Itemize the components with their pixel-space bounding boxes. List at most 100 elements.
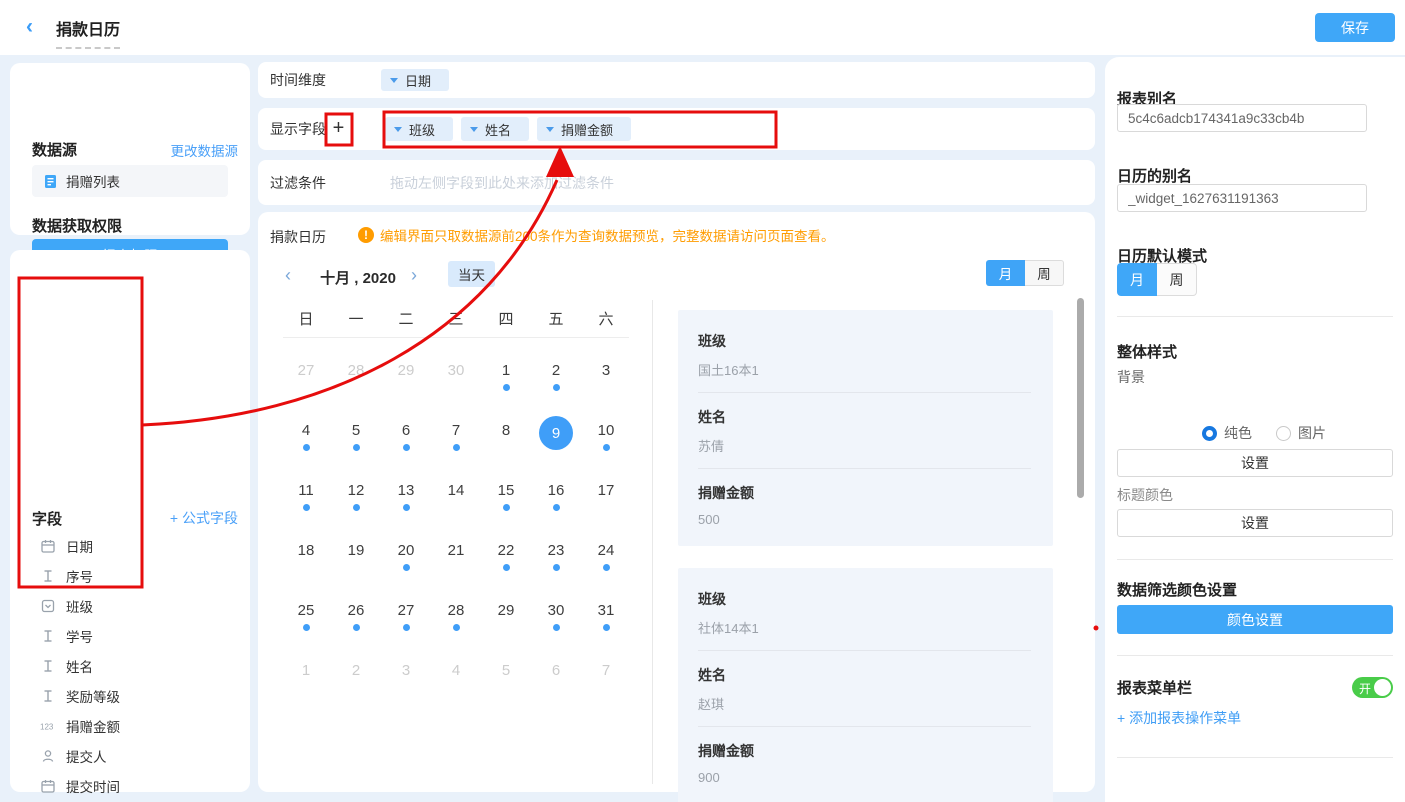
calendar-day[interactable]: 7 — [581, 646, 631, 706]
field-item[interactable]: 123捐赠金额 — [10, 711, 250, 741]
field-item[interactable]: 提交时间 — [10, 771, 250, 801]
field-item[interactable]: 姓名 — [10, 651, 250, 681]
event-dot — [303, 504, 310, 511]
field-item[interactable]: 奖励等级 — [10, 681, 250, 711]
calendar-day[interactable]: 13 — [381, 466, 431, 526]
calendar-day[interactable]: 18 — [281, 526, 331, 586]
calendar-day[interactable]: 12 — [331, 466, 381, 526]
field-item[interactable]: 序号 — [10, 561, 250, 591]
calendar-day-number: 24 — [598, 542, 615, 560]
time-dimension-tag[interactable]: 日期 — [381, 69, 449, 91]
radio-image[interactable]: 图片 — [1276, 423, 1326, 443]
text-icon — [40, 689, 56, 703]
event-dot — [603, 564, 610, 571]
calendar-day[interactable]: 27 — [281, 346, 331, 406]
datasource-item[interactable]: 捐赠列表 — [32, 165, 228, 197]
page-title: 捐款日历 — [56, 16, 120, 49]
calendar-day[interactable]: 25 — [281, 586, 331, 646]
field-item[interactable]: 学号 — [10, 621, 250, 651]
calendar-day[interactable]: 21 — [431, 526, 481, 586]
detail-row: 捐赠金额900 — [698, 741, 1031, 785]
calendar-day[interactable]: 23 — [531, 526, 581, 586]
calendar-day[interactable]: 5 — [481, 646, 531, 706]
calendar-day[interactable]: 3 — [581, 346, 631, 406]
color-set-button[interactable]: 颜色设置 — [1117, 605, 1393, 634]
calendar-day[interactable]: 26 — [331, 586, 381, 646]
add-display-field-button[interactable]: + — [325, 108, 352, 150]
change-datasource-link[interactable]: 更改数据源 — [171, 140, 239, 160]
person-icon — [40, 749, 56, 763]
radio-solid-color[interactable]: 纯色 — [1202, 423, 1252, 443]
background-set-button[interactable]: 设置 — [1117, 449, 1393, 477]
calendar-day[interactable]: 22 — [481, 526, 531, 586]
add-report-menu-link[interactable]: + 添加报表操作菜单 — [1117, 708, 1241, 728]
calendar-day[interactable]: 14 — [431, 466, 481, 526]
calendar-day[interactable]: 24 — [581, 526, 631, 586]
divider — [1117, 655, 1393, 656]
calendar-day[interactable]: 4 — [281, 406, 331, 466]
calendar-day-number: 31 — [598, 602, 615, 620]
field-item[interactable]: 日期 — [10, 531, 250, 561]
display-field-tag[interactable]: 姓名 — [461, 117, 529, 141]
back-icon[interactable]: ‹ — [26, 15, 33, 39]
event-dot — [353, 624, 360, 631]
title-color-set-button[interactable]: 设置 — [1117, 509, 1393, 537]
calendar-alias-input[interactable] — [1117, 184, 1367, 212]
calendar-day[interactable]: 1 — [481, 346, 531, 406]
calendar-day[interactable]: 6 — [531, 646, 581, 706]
top-bar: ‹ 捐款日历 保存 — [0, 0, 1405, 55]
preview-mode-month[interactable]: 月 — [986, 260, 1025, 286]
background-radio-group: 纯色 图片 — [1202, 423, 1326, 443]
menu-bar-toggle[interactable]: 开 — [1352, 677, 1393, 698]
calendar-day[interactable]: 8 — [481, 406, 531, 466]
filter-dropzone-placeholder[interactable]: 拖动左侧字段到此处来添加过滤条件 — [390, 160, 614, 205]
calendar-day-number: 20 — [398, 542, 415, 560]
display-field-tag[interactable]: 班级 — [385, 117, 453, 141]
calendar-day[interactable]: 29 — [481, 586, 531, 646]
calendar-day-number: 1 — [502, 362, 510, 380]
calendar-day[interactable]: 30 — [531, 586, 581, 646]
field-item[interactable]: 班级 — [10, 591, 250, 621]
field-item-label: 姓名 — [66, 656, 93, 676]
detail-scrollbar[interactable] — [1077, 298, 1084, 498]
add-formula-field-link[interactable]: + 公式字段 — [170, 508, 238, 528]
calendar-day[interactable]: 27 — [381, 586, 431, 646]
calendar-day[interactable]: 9 — [531, 406, 581, 466]
calendar-day[interactable]: 28 — [431, 586, 481, 646]
prev-month-icon[interactable]: ‹ — [285, 265, 291, 286]
calendar-day[interactable]: 17 — [581, 466, 631, 526]
save-button[interactable]: 保存 — [1315, 13, 1395, 42]
field-item[interactable]: 提交人 — [10, 741, 250, 771]
calendar-day[interactable]: 11 — [281, 466, 331, 526]
warning-text: 编辑界面只取数据源前200条作为查询数据预览，完整数据请访问页面查看。 — [380, 225, 835, 245]
calendar-day[interactable]: 2 — [331, 646, 381, 706]
calendar-day[interactable]: 6 — [381, 406, 431, 466]
calendar-day[interactable]: 10 — [581, 406, 631, 466]
calendar-day[interactable]: 15 — [481, 466, 531, 526]
calendar-day[interactable]: 3 — [381, 646, 431, 706]
calendar-day[interactable]: 20 — [381, 526, 431, 586]
today-button[interactable]: 当天 — [448, 261, 495, 287]
calendar-day[interactable]: 19 — [331, 526, 381, 586]
display-field-tag-label: 捐赠金额 — [561, 120, 613, 139]
calendar-day[interactable]: 31 — [581, 586, 631, 646]
report-alias-input[interactable] — [1117, 104, 1367, 132]
default-mode-week[interactable]: 周 — [1157, 263, 1197, 296]
calendar-day[interactable]: 28 — [331, 346, 381, 406]
warning-icon: ! — [358, 227, 374, 243]
display-field-tag[interactable]: 捐赠金额 — [537, 117, 631, 141]
next-month-icon[interactable]: › — [411, 265, 417, 286]
calendar-day[interactable]: 7 — [431, 406, 481, 466]
calendar-day[interactable]: 4 — [431, 646, 481, 706]
calendar-day-number: 3 — [402, 662, 410, 680]
preview-mode-week[interactable]: 周 — [1025, 260, 1064, 286]
calendar-day[interactable]: 1 — [281, 646, 331, 706]
event-dot — [453, 624, 460, 631]
calendar-day[interactable]: 2 — [531, 346, 581, 406]
calendar-day[interactable]: 5 — [331, 406, 381, 466]
calendar-day[interactable]: 29 — [381, 346, 431, 406]
default-mode-month[interactable]: 月 — [1117, 263, 1157, 296]
calendar-day[interactable]: 30 — [431, 346, 481, 406]
number-icon: 123 — [40, 719, 56, 733]
calendar-day[interactable]: 16 — [531, 466, 581, 526]
